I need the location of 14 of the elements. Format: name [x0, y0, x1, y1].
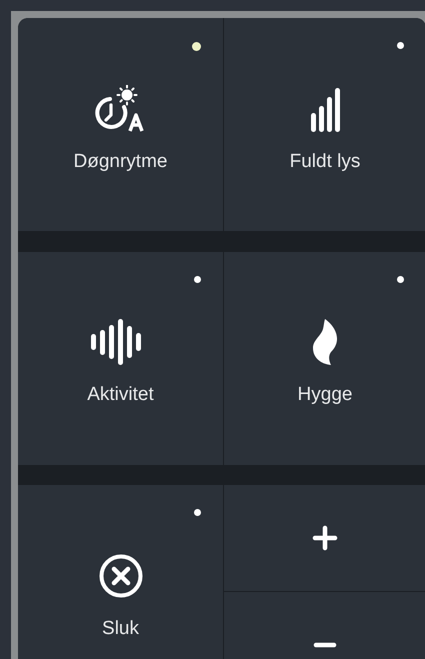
plus-icon	[312, 525, 338, 552]
mode-label: Aktivitet	[87, 383, 154, 408]
mode-label: Døgnrytme	[74, 150, 168, 174]
mode-tile[interactable]: Fuldt lys	[224, 18, 425, 231]
mode-label: Sluk	[102, 616, 139, 641]
mode-tile[interactable]: Aktivitet	[18, 252, 223, 465]
minus-icon	[313, 641, 337, 650]
mode-tile[interactable]: Sluk	[18, 485, 223, 659]
mode-tile[interactable]: Døgnrytme	[18, 18, 223, 231]
mode-label: Fuldt lys	[290, 150, 360, 174]
brighter-button[interactable]	[224, 485, 425, 592]
close-circle-icon	[98, 552, 144, 599]
mode-label: Hygge	[298, 383, 352, 408]
mode-tile[interactable]: Hygge	[224, 252, 425, 465]
